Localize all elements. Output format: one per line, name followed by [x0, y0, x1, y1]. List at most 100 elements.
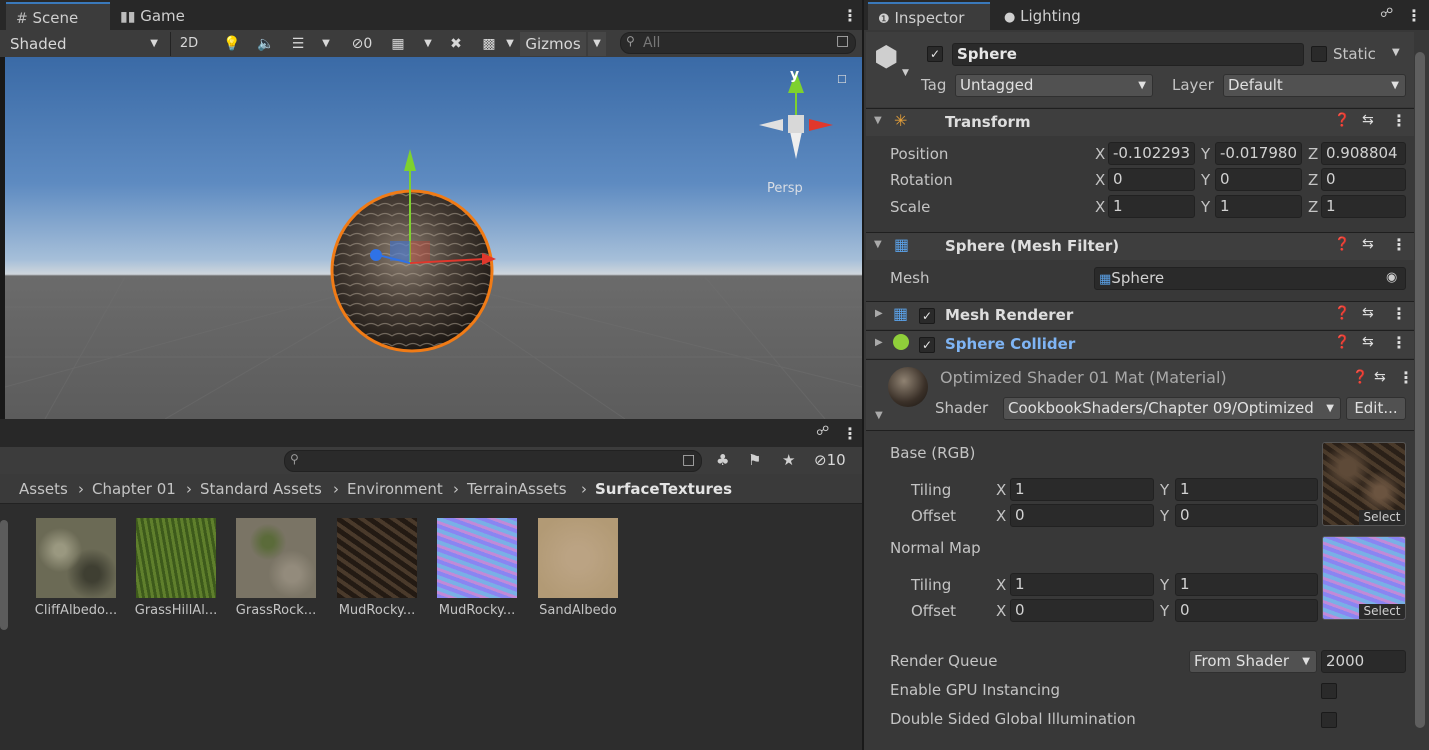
tools-icon[interactable]: ✖	[444, 32, 468, 56]
perspective-label[interactable]: Persp	[767, 181, 803, 196]
scene-viewport[interactable]: y ☐ Persp	[5, 57, 862, 419]
inspector-lock-icon[interactable]: ☍	[1380, 6, 1393, 21]
mesh-renderer-enabled-checkbox[interactable]: ✓	[919, 308, 935, 324]
base-tiling-y-field[interactable]: 1	[1175, 478, 1318, 501]
hidden-packages-button[interactable]: ⊘10	[814, 451, 846, 469]
transform-header[interactable]: ▼ ✳ Transform ❓ ⇆ ⋮	[866, 108, 1414, 136]
lighting-toggle-icon[interactable]: 💡	[220, 32, 244, 56]
component-menu-icon[interactable]: ⋮	[1398, 368, 1414, 387]
base-offset-y-field[interactable]: 0	[1175, 504, 1318, 527]
presets-icon[interactable]: ⇆	[1362, 112, 1374, 128]
scale-z-field[interactable]: 1	[1321, 195, 1406, 218]
tab-inspector[interactable]: ❶ Inspector	[868, 2, 990, 30]
grid-dropdown-chevron-icon[interactable]: ▼	[420, 32, 436, 56]
component-menu-icon[interactable]: ⋮	[1391, 111, 1407, 130]
project-search-input[interactable]	[284, 450, 702, 472]
scale-x-field[interactable]: 1	[1108, 195, 1195, 218]
mesh-filter-header[interactable]: ▼ ▦ Sphere (Mesh Filter) ❓ ⇆ ⋮	[866, 232, 1414, 260]
filter-by-label-icon[interactable]: ⚑	[748, 451, 761, 469]
gpu-instancing-checkbox[interactable]	[1321, 683, 1337, 699]
component-menu-icon[interactable]: ⋮	[1391, 304, 1407, 323]
base-tiling-x-field[interactable]: 1	[1010, 478, 1154, 501]
asset-thumbnail[interactable]	[136, 518, 216, 598]
cube-icon[interactable]: ⬢	[874, 40, 898, 73]
breadcrumb-item-standard-assets[interactable]: Standard Assets	[200, 480, 322, 498]
scene-search-input[interactable]: All	[620, 32, 856, 54]
breadcrumb-item-terrain-assets[interactable]: TerrainAssets	[467, 480, 567, 498]
breadcrumb-item-surface-textures[interactable]: SurfaceTextures	[595, 480, 732, 498]
normal-texture-slot[interactable]: Select	[1322, 536, 1406, 620]
project-lock-icon[interactable]: ☍	[816, 424, 829, 439]
breadcrumb-item-chapter[interactable]: Chapter 01	[92, 480, 176, 498]
help-icon[interactable]: ❓	[1334, 237, 1350, 252]
position-z-field[interactable]: 0.908804	[1321, 142, 1406, 165]
gizmos-dropdown-chevron-icon[interactable]: ▼	[588, 32, 606, 56]
normal-tiling-y-field[interactable]: 1	[1175, 573, 1318, 596]
asset-thumbnail[interactable]	[337, 518, 417, 598]
scale-y-field[interactable]: 1	[1215, 195, 1302, 218]
object-active-checkbox[interactable]: ✓	[927, 46, 943, 62]
double-sided-gi-checkbox[interactable]	[1321, 712, 1337, 728]
rotation-y-field[interactable]: 0	[1215, 168, 1302, 191]
sphere-collider-enabled-checkbox[interactable]: ✓	[919, 337, 935, 353]
breadcrumb-item-environment[interactable]: Environment	[347, 480, 443, 498]
help-icon[interactable]: ❓	[1352, 370, 1368, 385]
breadcrumb-item-assets[interactable]: Assets	[19, 480, 68, 498]
asset-thumbnail[interactable]	[36, 518, 116, 598]
select-texture-button[interactable]: Select	[1359, 604, 1405, 619]
help-icon[interactable]: ❓	[1334, 113, 1350, 128]
object-name-field[interactable]: Sphere	[952, 43, 1304, 66]
object-picker-icon[interactable]: ◉	[1386, 270, 1397, 285]
normal-tiling-x-field[interactable]: 1	[1010, 573, 1154, 596]
inspector-scrollbar[interactable]	[1415, 52, 1425, 728]
help-icon[interactable]: ❓	[1334, 335, 1350, 350]
position-x-field[interactable]: -0.102293	[1108, 142, 1195, 165]
normal-offset-x-field[interactable]: 0	[1010, 599, 1154, 622]
component-menu-icon[interactable]: ⋮	[1391, 333, 1407, 352]
component-menu-icon[interactable]: ⋮	[1391, 235, 1407, 254]
help-icon[interactable]: ❓	[1334, 306, 1350, 321]
effects-toggle-icon[interactable]: ☰	[286, 32, 310, 56]
position-y-field[interactable]: -0.017980	[1215, 142, 1302, 165]
shader-dropdown[interactable]: CookbookShaders/Chapter 09/Optimized ▼	[1003, 397, 1341, 420]
camera-dropdown-chevron-icon[interactable]: ▼	[502, 32, 518, 56]
render-queue-value-field[interactable]: 2000	[1321, 650, 1406, 673]
audio-toggle-icon[interactable]: 🔈	[254, 32, 278, 56]
tab-lighting[interactable]: ● Lighting	[994, 2, 1104, 30]
asset-thumbnail[interactable]	[236, 518, 316, 598]
rotation-x-field[interactable]: 0	[1108, 168, 1195, 191]
select-texture-button[interactable]: Select	[1359, 510, 1405, 525]
effects-dropdown-chevron-icon[interactable]: ▼	[318, 32, 334, 56]
presets-icon[interactable]: ⇆	[1362, 305, 1374, 321]
search-options-icon[interactable]: □	[836, 33, 849, 49]
presets-icon[interactable]: ⇆	[1362, 236, 1374, 252]
asset-thumbnail[interactable]	[538, 518, 618, 598]
base-texture-slot[interactable]: Select	[1322, 442, 1406, 526]
project-menu-icon[interactable]: ⋮	[842, 424, 858, 443]
scene-tab-menu-icon[interactable]: ⋮	[842, 6, 858, 25]
presets-icon[interactable]: ⇆	[1362, 334, 1374, 350]
static-dropdown-chevron-icon[interactable]: ▼	[1392, 47, 1400, 58]
base-offset-x-field[interactable]: 0	[1010, 504, 1154, 527]
sphere-collider-header[interactable]: ▶ ✓ Sphere Collider ❓ ⇆ ⋮	[866, 330, 1414, 358]
2d-toggle-button[interactable]: 2D	[174, 32, 204, 56]
presets-icon[interactable]: ⇆	[1374, 369, 1386, 385]
shading-mode-dropdown[interactable]: Shaded ▼	[4, 32, 164, 56]
static-checkbox[interactable]	[1311, 46, 1327, 62]
mesh-renderer-header[interactable]: ▶ ▦ ✓ Mesh Renderer ❓ ⇆ ⋮	[866, 301, 1414, 329]
favorite-star-icon[interactable]: ★	[782, 451, 795, 469]
tab-scene[interactable]: # Scene	[6, 2, 110, 30]
tag-dropdown[interactable]: Untagged ▼	[955, 74, 1153, 97]
tab-game[interactable]: ▮▮ Game	[110, 2, 200, 30]
mesh-object-field[interactable]: ▦Sphere	[1094, 267, 1406, 290]
rotation-z-field[interactable]: 0	[1321, 168, 1406, 191]
move-gizmo[interactable]	[360, 143, 500, 283]
shader-edit-button[interactable]: Edit...	[1346, 397, 1406, 420]
project-scrollbar[interactable]	[0, 520, 8, 630]
layer-dropdown[interactable]: Default ▼	[1223, 74, 1406, 97]
search-options-icon[interactable]: □	[682, 452, 695, 468]
camera-icon[interactable]: ▩	[478, 32, 500, 56]
grid-toggle-icon[interactable]: ▦	[386, 32, 410, 56]
hidden-objects-button[interactable]: ⊘0	[342, 32, 382, 56]
gizmos-button[interactable]: Gizmos	[520, 32, 586, 56]
